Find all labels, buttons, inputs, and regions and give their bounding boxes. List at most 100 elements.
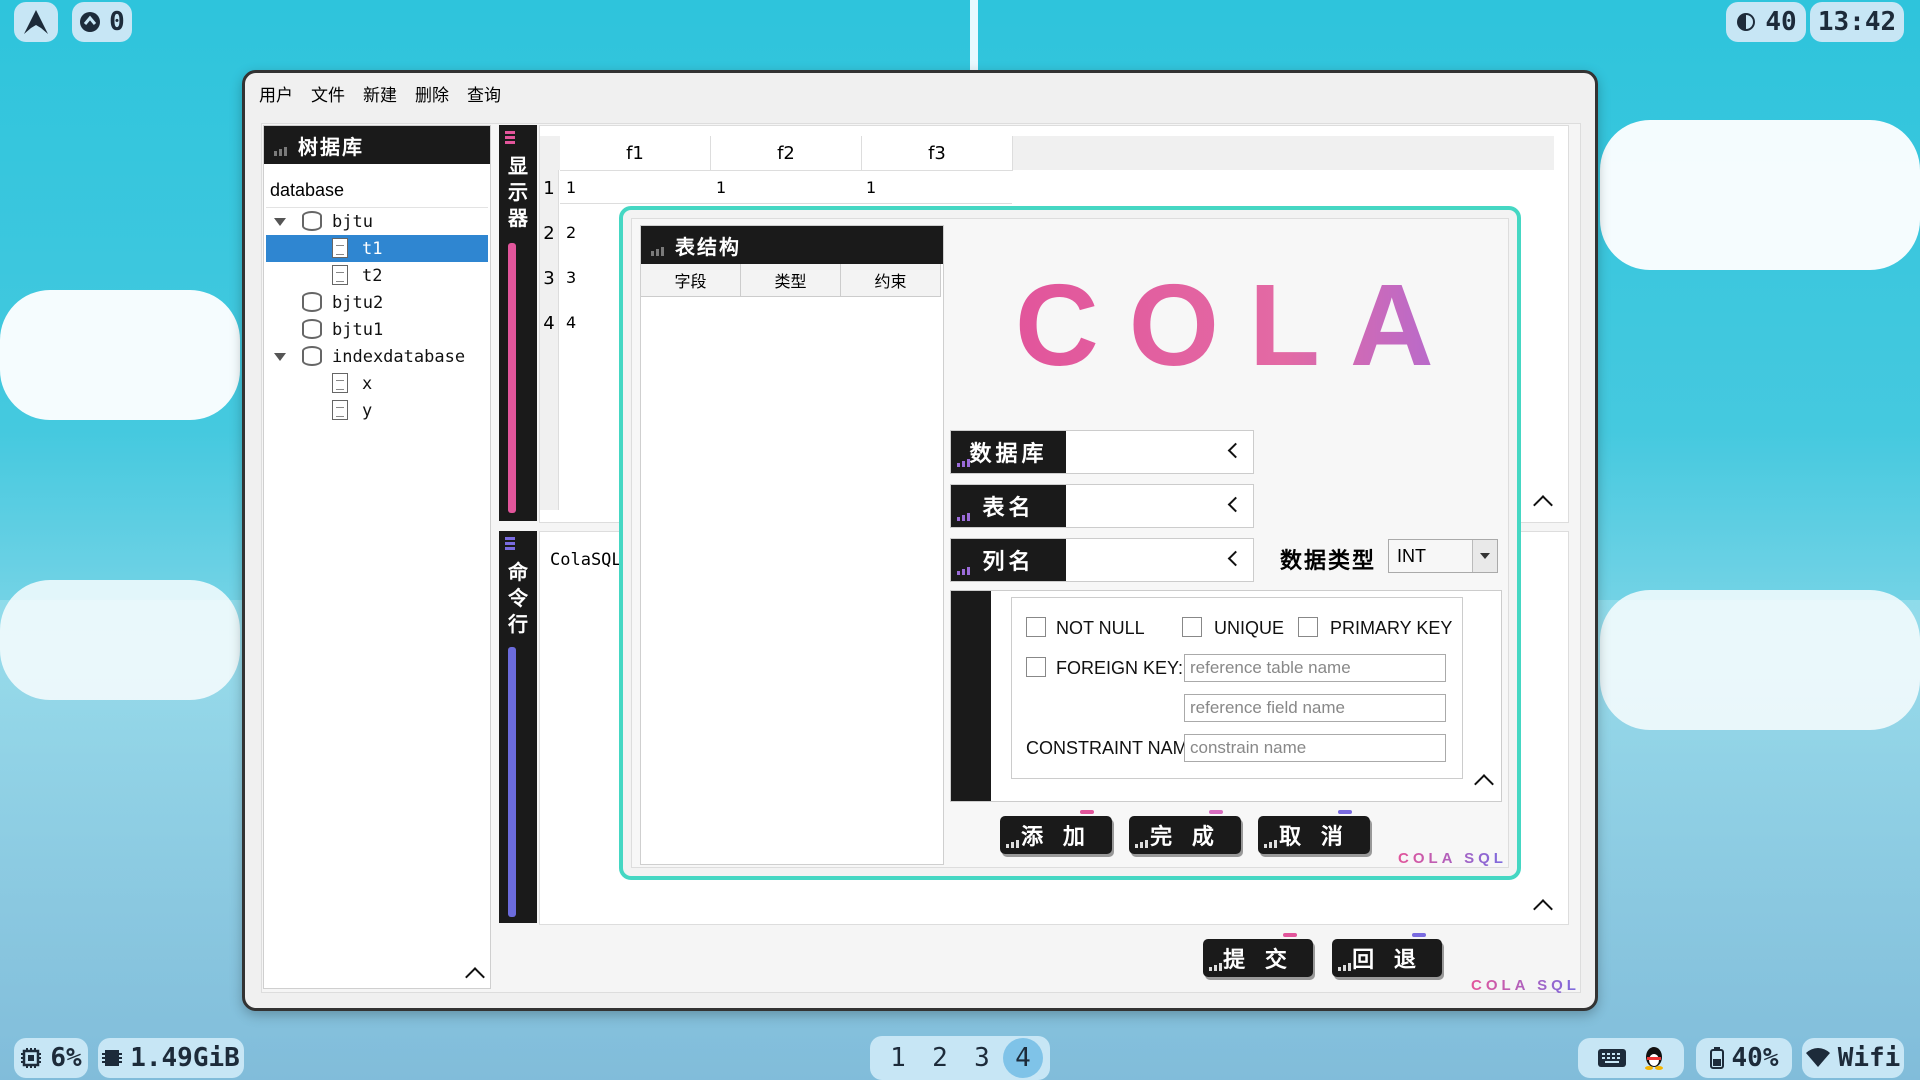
add-button[interactable]: 添 加	[1000, 810, 1112, 854]
cloud-right	[1600, 120, 1920, 270]
brightness-value: 40	[1765, 7, 1797, 37]
column-name-field: 列名	[950, 538, 1254, 582]
collapse-chevron-icon[interactable]	[1533, 495, 1553, 515]
bars-icon	[957, 566, 971, 575]
table-cell[interactable]: 1	[866, 178, 876, 197]
database-icon	[302, 292, 322, 312]
chevron-left-icon[interactable]	[1227, 550, 1244, 567]
workspace-1[interactable]: 1	[877, 1043, 919, 1073]
column-header-f3[interactable]: f3	[862, 136, 1013, 171]
column-header-type[interactable]: 类型	[741, 264, 841, 296]
menu-delete[interactable]: 删除	[415, 81, 463, 106]
clock[interactable]: 13:42	[1810, 2, 1904, 42]
collapse-chevron-icon[interactable]	[1474, 774, 1494, 794]
cpu-indicator[interactable]: 6%	[14, 1038, 88, 1078]
column-header-field[interactable]: 字段	[641, 264, 741, 296]
memory-value: 1.49GiB	[130, 1043, 240, 1073]
bars-icon	[505, 537, 515, 551]
notification-indicator[interactable]: 0	[72, 2, 132, 42]
table-icon	[332, 373, 348, 393]
chevron-left-icon[interactable]	[1227, 496, 1244, 513]
foreign-key-label: FOREIGN KEY:	[1056, 658, 1184, 678]
table-name-field: 表名	[950, 484, 1254, 528]
table-name-label: 表名	[951, 485, 1066, 527]
collapse-chevron-icon[interactable]	[465, 967, 485, 987]
expand-caret-icon[interactable]	[274, 353, 286, 361]
notification-count: 0	[109, 7, 125, 37]
bars-icon	[957, 458, 971, 467]
expand-caret-icon[interactable]	[274, 218, 286, 226]
tree-item-label: bjtu2	[332, 292, 384, 313]
table-name-select[interactable]	[1066, 485, 1253, 527]
memory-indicator[interactable]: 1.49GiB	[98, 1038, 244, 1078]
workspace-2[interactable]: 2	[919, 1043, 961, 1073]
qq-penguin-icon[interactable]	[1643, 1045, 1665, 1071]
menu-file[interactable]: 文件	[311, 81, 359, 106]
chevron-left-icon[interactable]	[1227, 442, 1244, 459]
table-icon	[332, 400, 348, 420]
dropdown-arrow-icon[interactable]	[1472, 540, 1497, 572]
cpu-value: 6%	[50, 1043, 82, 1073]
table-cell[interactable]: 2	[566, 223, 576, 242]
done-label: 完 成	[1150, 825, 1220, 850]
column-header-constraint[interactable]: 约束	[841, 264, 941, 296]
brightness-indicator[interactable]: 40	[1726, 2, 1806, 42]
tree-item-bjtu2[interactable]: bjtu2	[266, 289, 488, 316]
not-null-checkbox[interactable]	[1026, 617, 1046, 637]
table-cell[interactable]: 4	[566, 313, 576, 332]
row-number[interactable]: 1	[540, 178, 559, 199]
tree-item-t1[interactable]: t1	[266, 235, 488, 262]
tree-item-label: t1	[362, 238, 383, 259]
data-type-select[interactable]: INT	[1388, 539, 1498, 573]
rollback-button[interactable]: 回 退	[1332, 933, 1442, 977]
primary-key-checkbox[interactable]	[1298, 617, 1318, 637]
tree-item-indexdatabase[interactable]: indexdatabase	[266, 343, 488, 370]
done-button[interactable]: 完 成	[1129, 810, 1241, 854]
menu-query[interactable]: 查询	[467, 81, 515, 106]
column-header-f1[interactable]: f1	[560, 136, 711, 171]
tree-item-bjtu[interactable]: bjtu	[266, 208, 488, 235]
bars-icon	[505, 131, 515, 145]
tree-item-label: bjtu1	[332, 319, 384, 340]
column-header-f2[interactable]: f2	[711, 136, 862, 171]
row-number[interactable]: 4	[540, 313, 559, 334]
constraint-name-input[interactable]: constrain name	[1184, 734, 1446, 762]
database-icon	[302, 319, 322, 339]
tree-item-t2[interactable]: t2	[266, 262, 488, 289]
tree-item-label: bjtu	[332, 211, 373, 232]
workspace-3[interactable]: 3	[961, 1043, 1003, 1073]
reference-table-input[interactable]: reference table name	[1184, 654, 1446, 682]
column-name-select[interactable]	[1066, 539, 1253, 581]
constraint-panel: NOT NULL UNIQUE PRIMARY KEY FOREIGN KEY:…	[950, 590, 1502, 802]
wifi-indicator[interactable]: Wifi	[1802, 1038, 1904, 1078]
bars-icon	[1264, 839, 1278, 848]
launcher-button[interactable]	[14, 2, 58, 42]
menu-new[interactable]: 新建	[363, 81, 411, 106]
collapse-chevron-icon[interactable]	[1533, 899, 1553, 919]
tree-item-bjtu1[interactable]: bjtu1	[266, 316, 488, 343]
pink-accent-bar	[508, 243, 516, 513]
database-select[interactable]	[1066, 431, 1253, 473]
arch-logo-icon	[24, 10, 48, 34]
tree-item-y[interactable]: y	[266, 397, 488, 424]
tree-item-x[interactable]: x	[266, 370, 488, 397]
tree-view: database bjtu t1 t2 bjtu2 bjtu1 indexdat…	[266, 174, 488, 424]
tree-item-label: y	[362, 400, 373, 421]
table-cell[interactable]: 1	[566, 178, 576, 197]
placeholder: reference field name	[1190, 698, 1345, 717]
cancel-button[interactable]: 取 消	[1258, 810, 1370, 854]
table-cell[interactable]: 1	[716, 178, 726, 197]
keyboard-icon[interactable]	[1597, 1047, 1627, 1069]
pink-tick	[1080, 810, 1094, 814]
menu-user[interactable]: 用户	[259, 81, 307, 106]
foreign-key-checkbox[interactable]	[1026, 657, 1046, 677]
workspace-4-active[interactable]: 4	[1003, 1038, 1043, 1078]
battery-indicator[interactable]: 40%	[1696, 1038, 1792, 1078]
table-cell[interactable]: 3	[566, 268, 576, 287]
reference-field-input[interactable]: reference field name	[1184, 694, 1446, 722]
memory-icon	[102, 1050, 123, 1066]
row-number[interactable]: 2	[540, 223, 559, 244]
unique-checkbox[interactable]	[1182, 617, 1202, 637]
row-number[interactable]: 3	[540, 268, 559, 289]
submit-button[interactable]: 提 交	[1203, 933, 1313, 977]
